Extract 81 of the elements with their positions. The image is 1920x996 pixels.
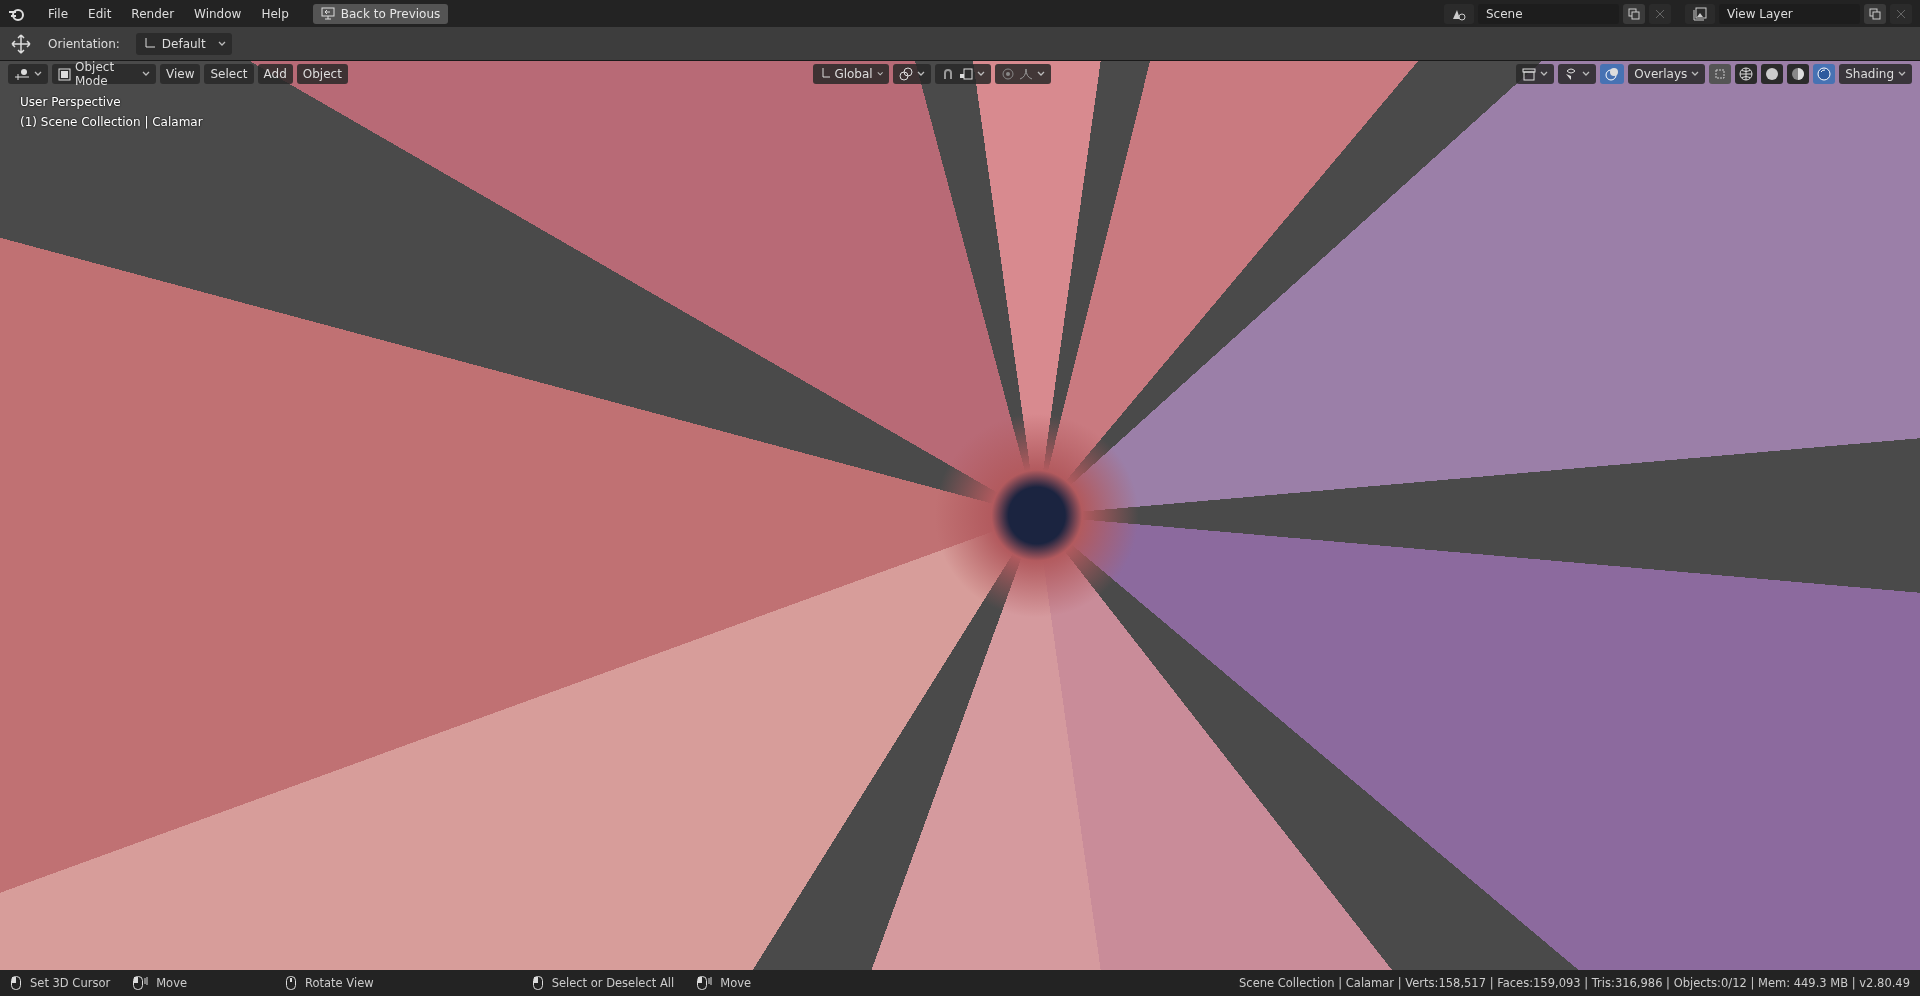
scene-browse-button[interactable] bbox=[1444, 3, 1474, 24]
close-view-layer-button[interactable] bbox=[1890, 3, 1912, 24]
caret-icon bbox=[1540, 71, 1549, 77]
orientation-label: Orientation: bbox=[48, 36, 120, 51]
shading-mode-button[interactable] bbox=[1761, 64, 1784, 84]
copy-icon bbox=[1628, 7, 1640, 20]
mouse-icon bbox=[696, 975, 713, 991]
menu-item[interactable]: File bbox=[40, 3, 77, 24]
xray-box-icon bbox=[1713, 67, 1728, 81]
wireframe-sphere-icon bbox=[1739, 67, 1754, 81]
viewport-menu[interactable]: Select bbox=[204, 64, 254, 84]
rendered-sphere-icon bbox=[1817, 67, 1832, 81]
snap-dropdown[interactable] bbox=[935, 64, 992, 84]
viewport-menu[interactable]: View bbox=[160, 64, 201, 84]
axes-icon bbox=[819, 67, 831, 81]
menu-item[interactable]: Window bbox=[186, 3, 250, 24]
copy-view-layer-button[interactable] bbox=[1864, 3, 1886, 24]
scene-statistics: Scene Collection | Calamar | Verts:158,517 | Faces:159,093 | Tris:316,986 | Objects:0/12 | Mem: 449.3 MB | v2.80.49 bbox=[1239, 976, 1910, 990]
falloff-curve-icon bbox=[1019, 67, 1034, 81]
solid-sphere-icon bbox=[1765, 67, 1780, 81]
back-to-previous-button[interactable]: Back to Previous bbox=[312, 3, 449, 24]
caret-icon bbox=[34, 71, 42, 77]
view-layer-browse-button[interactable] bbox=[1685, 3, 1715, 24]
xray-toggle[interactable] bbox=[1709, 64, 1732, 84]
viewport-menu[interactable]: Object bbox=[296, 64, 348, 84]
shortcut-hint: Rotate View bbox=[305, 976, 374, 990]
caret-icon bbox=[217, 40, 226, 47]
image-stack-icon bbox=[1693, 6, 1707, 21]
box-icon bbox=[1522, 67, 1537, 81]
shortcut-hint: Set 3D Cursor bbox=[30, 976, 111, 990]
gizmo-dropdown[interactable] bbox=[1558, 64, 1597, 84]
shading-dropdown[interactable]: Shading bbox=[1839, 64, 1912, 84]
shortcut-hint: Move bbox=[156, 976, 187, 990]
view-layer-field[interactable]: View Layer bbox=[1719, 3, 1860, 24]
menu-item[interactable]: Edit bbox=[80, 3, 120, 24]
linked-circles-icon bbox=[899, 67, 914, 81]
close-icon bbox=[1896, 8, 1906, 19]
shading-mode-button[interactable] bbox=[1735, 64, 1758, 84]
viewport-info-text: User Perspective bbox=[20, 95, 122, 109]
orientation-dropdown[interactable]: Default bbox=[135, 32, 232, 55]
monitor-icon bbox=[320, 7, 335, 20]
proportional-editing-dropdown[interactable] bbox=[995, 64, 1052, 84]
mouse-icon bbox=[285, 975, 297, 991]
viewport-menu[interactable]: Add bbox=[257, 64, 293, 84]
caret-icon bbox=[1037, 71, 1046, 77]
caret-icon bbox=[1582, 71, 1591, 77]
mouse-icon bbox=[132, 975, 149, 991]
shading-mode-button[interactable] bbox=[1787, 64, 1810, 84]
overlays-toggle[interactable] bbox=[1600, 64, 1625, 84]
snap-target-icon bbox=[959, 67, 974, 81]
overlay-circles-icon bbox=[1605, 67, 1620, 81]
menu-item[interactable]: Render bbox=[123, 3, 183, 24]
caret-icon bbox=[142, 71, 150, 77]
close-icon bbox=[1655, 8, 1665, 19]
editor-type-button[interactable] bbox=[8, 64, 48, 84]
pivot-dropdown[interactable] bbox=[893, 64, 932, 84]
target-icon bbox=[1001, 67, 1016, 81]
visibility-dropdown[interactable] bbox=[1516, 64, 1555, 84]
caret-icon bbox=[1691, 71, 1700, 77]
shortcut-hint: Move bbox=[720, 976, 752, 990]
shortcut-hint: Select or Deselect All bbox=[551, 976, 675, 990]
move-tool-icon[interactable] bbox=[10, 32, 32, 55]
copy-icon bbox=[1869, 7, 1881, 20]
material-sphere-icon bbox=[1791, 67, 1806, 81]
caret-icon bbox=[917, 71, 926, 77]
caret-icon bbox=[876, 71, 884, 77]
caret-icon bbox=[1898, 71, 1906, 77]
close-scene-button[interactable] bbox=[1649, 3, 1671, 24]
menu-item[interactable]: Help bbox=[253, 3, 297, 24]
mouse-icon bbox=[531, 975, 544, 991]
scene-field[interactable]: Scene bbox=[1478, 3, 1619, 24]
cube-icon bbox=[58, 67, 71, 81]
shading-mode-button[interactable] bbox=[1813, 64, 1836, 84]
transform-orientation-dropdown[interactable]: Global bbox=[813, 64, 890, 84]
viewport-icon bbox=[14, 67, 30, 81]
mouse-icon bbox=[10, 975, 22, 991]
viewport-info-text: (1) Scene Collection | Calamar bbox=[20, 115, 203, 129]
copy-scene-button[interactable] bbox=[1623, 3, 1645, 24]
caret-icon bbox=[977, 71, 986, 77]
overlays-dropdown[interactable]: Overlays bbox=[1628, 64, 1706, 84]
app-logo-icon[interactable] bbox=[8, 6, 24, 21]
